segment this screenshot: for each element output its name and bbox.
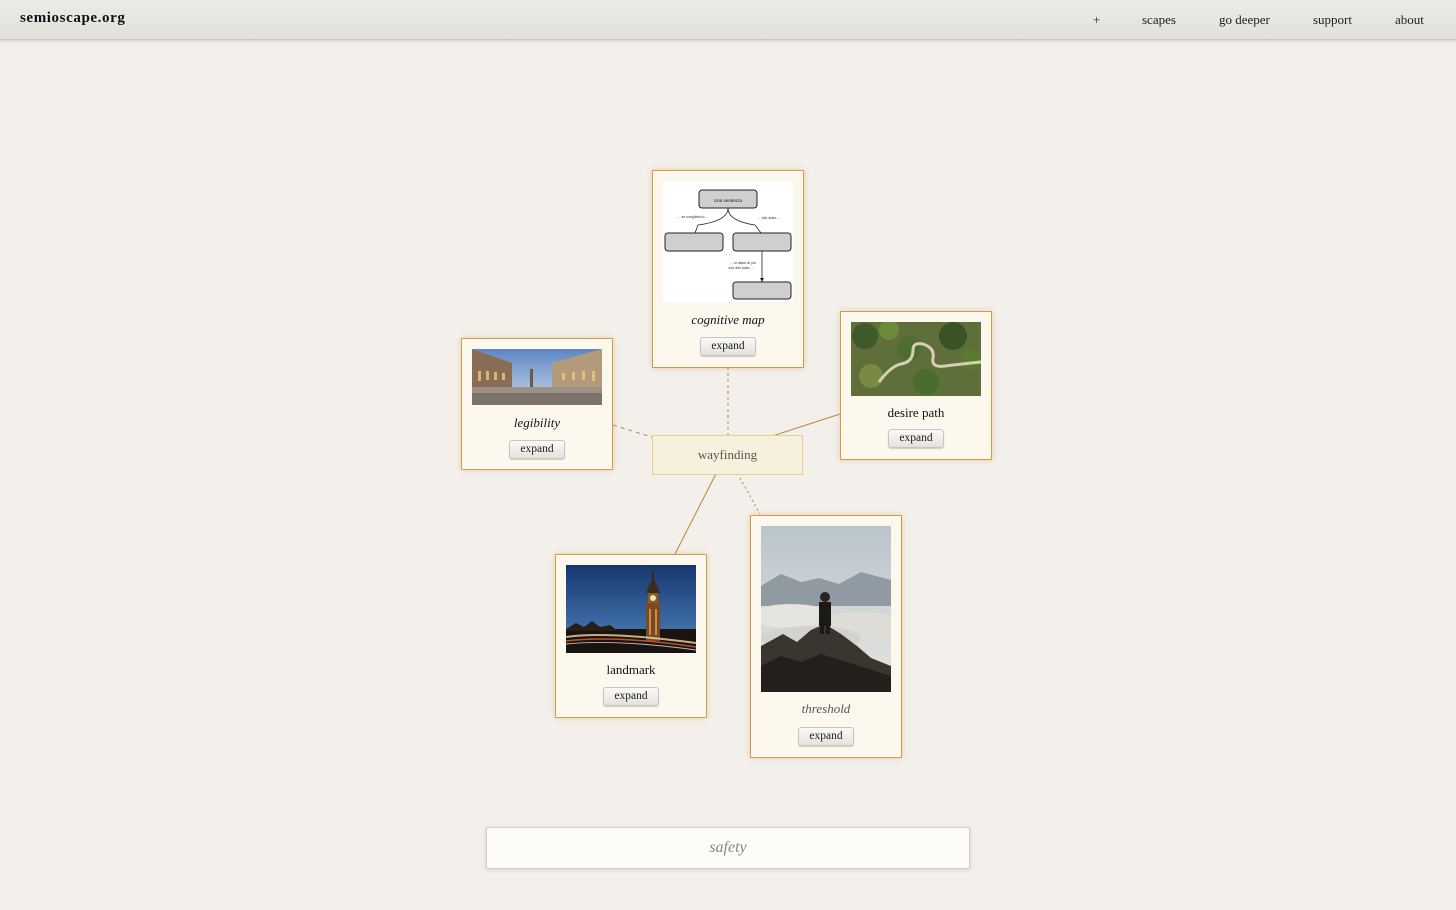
expand-button[interactable]: expand [798,727,854,746]
desire-path-aerial-photo [851,322,981,396]
card-title: cognitive map [691,312,765,327]
expand-button[interactable]: expand [888,429,944,448]
cognitive-map-diagram-image: Una sentenza ... se sceglieta to ... ...… [663,181,793,302]
link-threshold [739,477,761,515]
svg-text:... allo stato ...: ... allo stato ... [758,216,780,220]
card-title: threshold [801,701,851,716]
expand-button[interactable]: expand [509,440,565,459]
concept-search-input[interactable] [486,827,970,869]
piazza-photo [472,349,602,405]
card-cognitive-map[interactable]: Una sentenza ... se sceglieta to ... ...… [652,170,804,368]
card-legibility[interactable]: legibility expand [461,338,613,470]
expand-button[interactable]: expand [603,687,659,706]
card-landmark[interactable]: landmark expand [555,554,707,718]
svg-text:Una sentenza: Una sentenza [714,198,742,203]
link-landmark [674,461,723,555]
card-title: legibility [513,415,561,430]
big-ben-photo [566,565,696,653]
card-title: desire path [887,405,945,420]
svg-text:... si diace di più: ... si diace di più [730,261,756,265]
wanderer-painting-image [761,526,891,692]
expand-button[interactable]: expand [700,337,756,356]
svg-text:... se sceglieta to ...: ... se sceglieta to ... [678,215,709,219]
card-title: landmark [606,662,656,677]
card-desire-path[interactable]: desire path expand [840,311,992,460]
card-threshold[interactable]: threshold expand [750,515,902,758]
center-concept-node[interactable]: wayfinding [652,435,803,475]
svg-text:che allo stato ...: che allo stato ... [728,266,753,270]
